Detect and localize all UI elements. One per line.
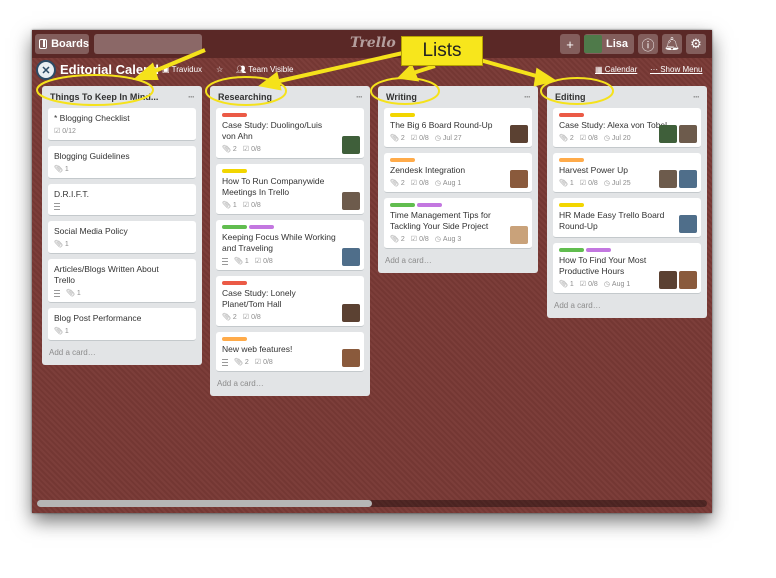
annotation-arrows (132, 48, 557, 91)
annotation-overlay (36, 48, 614, 106)
lists-annotation-label: Lists (401, 36, 483, 66)
highlight-ellipse (370, 77, 440, 105)
